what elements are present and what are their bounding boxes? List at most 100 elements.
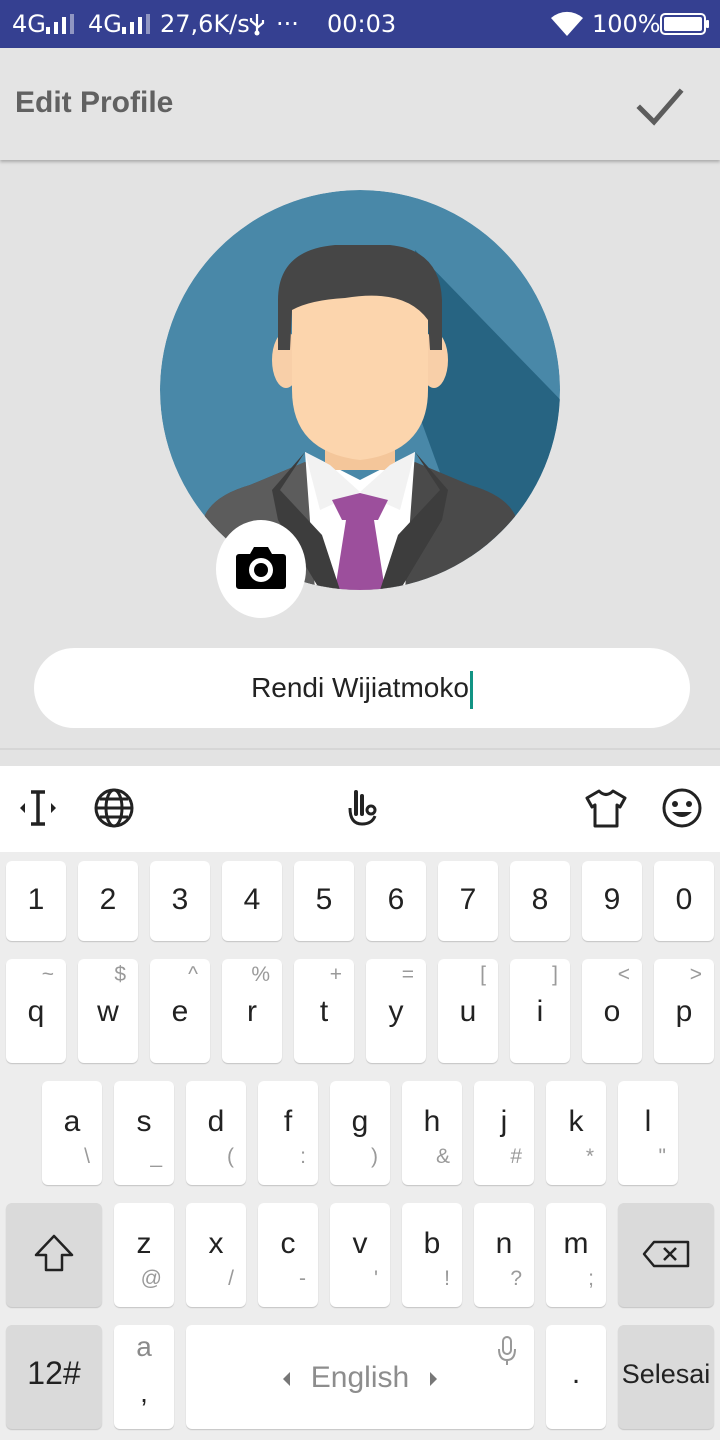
- status-bar: 4G 4G 27,6K/s ··· 00:03 100%: [0, 0, 720, 48]
- key-4[interactable]: 4: [222, 861, 282, 941]
- key-symbol: \: [84, 1145, 90, 1168]
- cursor-icon[interactable]: [16, 786, 60, 830]
- globe-icon[interactable]: [92, 786, 136, 830]
- key-label: 3: [171, 883, 189, 916]
- key-label: x: [208, 1227, 224, 1260]
- key-symbol: _: [150, 1145, 162, 1168]
- key-label: 0: [675, 883, 693, 916]
- key-label: 8: [531, 883, 549, 916]
- key-label: g: [351, 1105, 369, 1138]
- key-2[interactable]: 2: [78, 861, 138, 941]
- key-label: n: [495, 1227, 513, 1260]
- key-symbol: ;: [588, 1267, 594, 1290]
- key-symbol: ": [658, 1145, 666, 1168]
- alt-key[interactable]: a ,: [114, 1325, 174, 1429]
- key-j[interactable]: j #: [474, 1081, 534, 1185]
- key-w[interactable]: w $: [78, 959, 138, 1063]
- key-label: b: [423, 1227, 441, 1260]
- key-symbol: @: [140, 1267, 162, 1290]
- key-t[interactable]: t +: [294, 959, 354, 1063]
- key-h[interactable]: h &: [402, 1081, 462, 1185]
- keyboard-toolbar: [0, 766, 720, 852]
- key-label: 6: [387, 883, 405, 916]
- key-symbol: %: [251, 963, 270, 986]
- key-label: 5: [315, 883, 333, 916]
- space-key[interactable]: English: [186, 1325, 534, 1429]
- key-symbol: ~: [41, 963, 54, 986]
- key-label: p: [675, 995, 693, 1028]
- key-label: l: [644, 1105, 652, 1138]
- key-l[interactable]: l ": [618, 1081, 678, 1185]
- key-n[interactable]: n?: [474, 1203, 534, 1307]
- key-symbol: =: [401, 963, 414, 986]
- key-label: e: [171, 995, 189, 1028]
- key-label: 9: [603, 883, 621, 916]
- key-0[interactable]: 0: [654, 861, 714, 941]
- key-label: 1: [27, 883, 45, 916]
- shirt-icon[interactable]: [584, 786, 628, 830]
- key-label: m: [563, 1227, 589, 1260]
- key-s[interactable]: s _: [114, 1081, 174, 1185]
- key-symbol: ): [371, 1145, 378, 1168]
- key-6[interactable]: 6: [366, 861, 426, 941]
- key-9[interactable]: 9: [582, 861, 642, 941]
- emoji-icon[interactable]: [660, 786, 704, 830]
- text-cursor: [469, 670, 473, 709]
- done-key[interactable]: Selesai: [618, 1325, 714, 1429]
- signal-icon-2: [122, 14, 152, 34]
- save-button[interactable]: [630, 78, 690, 138]
- key-y[interactable]: y =: [366, 959, 426, 1063]
- key-label: j: [500, 1105, 508, 1138]
- key-o[interactable]: o <: [582, 959, 642, 1063]
- key-f[interactable]: f:: [258, 1081, 318, 1185]
- key-label: t: [319, 995, 329, 1028]
- period-key[interactable]: .: [546, 1325, 606, 1429]
- key-label: u: [459, 995, 477, 1028]
- key-v[interactable]: v ': [330, 1203, 390, 1307]
- key-a[interactable]: a \: [42, 1081, 102, 1185]
- key-g[interactable]: g): [330, 1081, 390, 1185]
- key-p[interactable]: p >: [654, 959, 714, 1063]
- key-3[interactable]: 3: [150, 861, 210, 941]
- shift-key[interactable]: [6, 1203, 102, 1307]
- key-symbol: !: [444, 1267, 450, 1290]
- backspace-key[interactable]: [618, 1203, 714, 1307]
- key-i[interactable]: i]: [510, 959, 570, 1063]
- key-symbol: <: [617, 963, 630, 986]
- key-8[interactable]: 8: [510, 861, 570, 941]
- page-title: Edit Profile: [15, 86, 174, 119]
- key-7[interactable]: 7: [438, 861, 498, 941]
- key-label: v: [352, 1227, 368, 1260]
- key-symbol: &: [435, 1145, 450, 1168]
- key-1[interactable]: 1: [6, 861, 66, 941]
- key-z[interactable]: z @: [114, 1203, 174, 1307]
- key-c[interactable]: c-: [258, 1203, 318, 1307]
- key-symbol: /: [228, 1267, 234, 1290]
- key-symbol: (: [227, 1145, 234, 1168]
- key-r[interactable]: r%: [222, 959, 282, 1063]
- key-symbol: ]: [552, 963, 558, 986]
- key-label: 7: [459, 883, 477, 916]
- change-photo-button[interactable]: [216, 520, 306, 618]
- key-k[interactable]: k *: [546, 1081, 606, 1185]
- app-bar: Edit Profile: [0, 48, 720, 160]
- key-b[interactable]: b!: [402, 1203, 462, 1307]
- key-symbol: +: [329, 963, 342, 986]
- microphone-icon[interactable]: [496, 1335, 518, 1367]
- key-e[interactable]: e ^: [150, 959, 210, 1063]
- symbols-key-label: 12#: [27, 1355, 81, 1391]
- period-key-label: .: [571, 1357, 581, 1390]
- key-u[interactable]: u[: [438, 959, 498, 1063]
- symbols-key[interactable]: 12#: [6, 1325, 102, 1429]
- more-indicator: ···: [276, 10, 299, 38]
- shift-icon: [34, 1234, 74, 1272]
- key-symbol: :: [300, 1145, 306, 1168]
- backspace-icon: [642, 1240, 690, 1268]
- gesture-icon[interactable]: [338, 786, 382, 830]
- key-x[interactable]: x /: [186, 1203, 246, 1307]
- key-d[interactable]: d(: [186, 1081, 246, 1185]
- key-m[interactable]: m;: [546, 1203, 606, 1307]
- name-input[interactable]: Rendi Wijiatmoko: [34, 648, 690, 728]
- key-q[interactable]: q ~: [6, 959, 66, 1063]
- key-5[interactable]: 5: [294, 861, 354, 941]
